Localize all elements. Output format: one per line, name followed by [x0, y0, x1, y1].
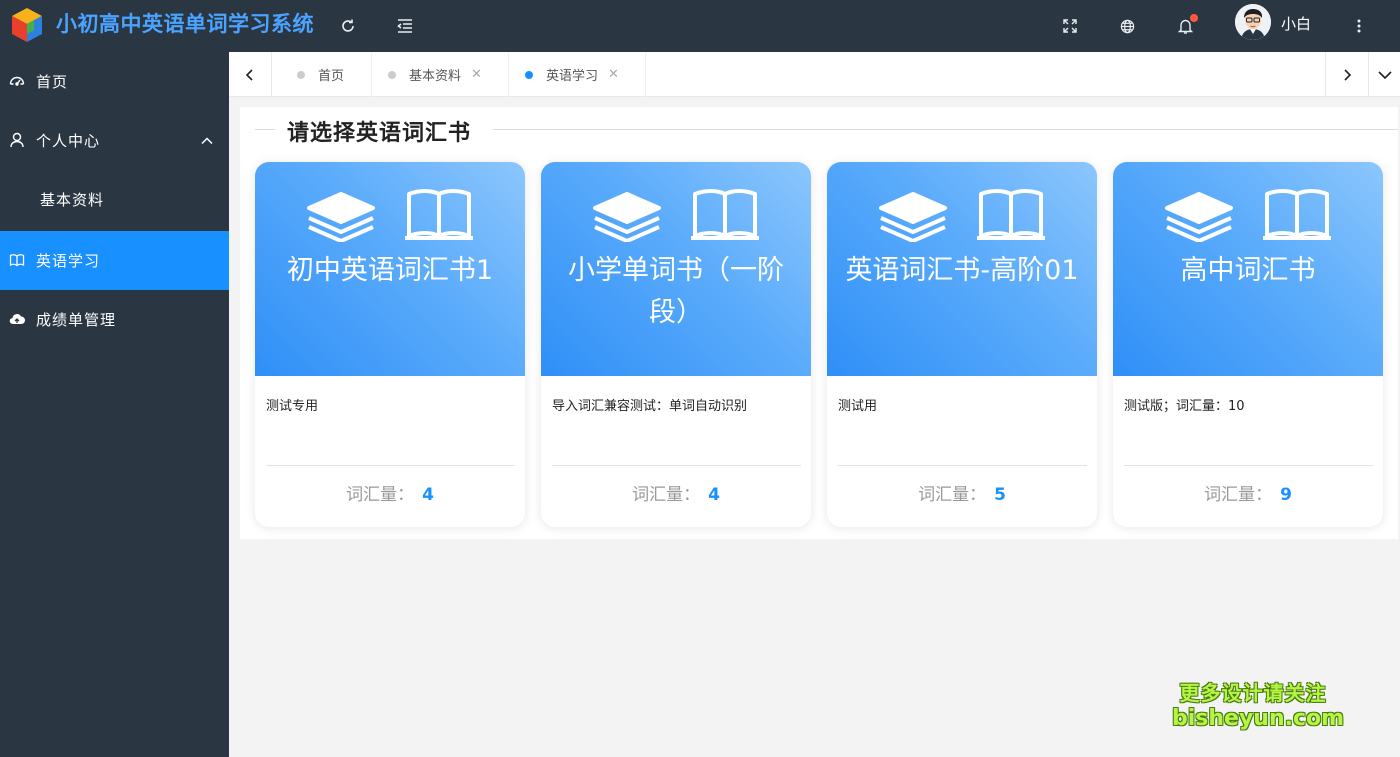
sidebar-item-label: 成绩单管理 — [36, 309, 116, 330]
book-card-icons — [255, 180, 525, 242]
book-title: 英语词汇书-高阶01 — [827, 250, 1097, 292]
tab-label: 英语学习 — [546, 65, 598, 84]
book-card[interactable]: 初中英语词汇书1 测试专用 词汇量： 4 — [255, 162, 525, 527]
username[interactable]: 小白 — [1281, 13, 1311, 34]
tabs-bar: 首页 基本资料 ✕ 英语学习 ✕ — [229, 52, 1400, 97]
watermark: 更多设计请关注 bisheyun.com — [1172, 680, 1334, 732]
top-header: 小初高中英语单词学习系统 小白 — [0, 0, 1400, 52]
user-icon — [9, 132, 25, 148]
count-label: 词汇量： — [1204, 485, 1272, 505]
open-book-icon — [405, 191, 473, 238]
tab-status-dot — [525, 71, 533, 79]
book-card-icons — [541, 180, 811, 242]
tab-label: 基本资料 — [409, 65, 461, 84]
book-card-banner: 英语词汇书-高阶01 — [827, 162, 1097, 376]
chevron-up-icon — [199, 133, 215, 149]
chevron-right-icon — [1341, 68, 1353, 82]
layers-icon — [595, 194, 659, 241]
count-value: 5 — [994, 485, 1006, 505]
dashboard-icon — [9, 73, 25, 89]
fullscreen-icon[interactable] — [1055, 11, 1085, 41]
book-title: 高中词汇书 — [1113, 250, 1383, 292]
notification-bell-icon[interactable] — [1170, 11, 1200, 41]
chevron-down-icon — [1378, 70, 1392, 80]
sidebar-item-label: 英语学习 — [36, 250, 100, 271]
page-title: 请选择英语词汇书 — [287, 115, 471, 147]
sidebar-item-home[interactable]: 首页 — [0, 52, 229, 111]
notification-dot — [1190, 14, 1198, 22]
sidebar-item-english-study[interactable]: 英语学习 — [0, 231, 229, 290]
book-card-icons — [1113, 180, 1383, 242]
app-title: 小初高中英语单词学习系统 — [56, 8, 314, 38]
tab-home[interactable]: 首页 — [273, 52, 372, 97]
count-value: 4 — [708, 485, 720, 505]
count-value: 9 — [1280, 485, 1292, 505]
watermark-line2: bisheyun.com — [1172, 706, 1334, 732]
menu-fold-icon[interactable] — [390, 11, 420, 41]
book-card-icons — [827, 180, 1097, 242]
sidebar-item-basic-info[interactable]: 基本资料 — [0, 170, 229, 229]
tab-scroll-right-button[interactable] — [1325, 52, 1368, 97]
tab-english-study[interactable]: 英语学习 ✕ — [509, 52, 646, 97]
open-book-icon — [1263, 191, 1331, 238]
book-card[interactable]: 高中词汇书 测试版；词汇量：10 词汇量： 9 — [1113, 162, 1383, 527]
divider — [552, 465, 801, 466]
count-value: 4 — [422, 485, 434, 505]
count-label: 词汇量： — [632, 485, 700, 505]
refresh-icon[interactable] — [333, 11, 363, 41]
tab-label: 首页 — [318, 65, 344, 84]
language-icon[interactable] — [1112, 11, 1142, 41]
tab-status-dot — [297, 71, 305, 79]
book-description: 测试专用 — [266, 395, 318, 414]
open-book-icon — [977, 191, 1045, 238]
count-label: 词汇量： — [346, 485, 414, 505]
layers-icon — [881, 194, 945, 241]
divider — [1124, 465, 1373, 466]
open-book-icon — [691, 191, 759, 238]
tab-basic-info[interactable]: 基本资料 ✕ — [372, 52, 509, 97]
tab-dropdown-button[interactable] — [1368, 52, 1400, 97]
main-panel: 请选择英语词汇书 初中英语词汇书1 测试专用 词汇量： 4 — [240, 107, 1398, 539]
tab-scroll-left-button[interactable] — [229, 52, 272, 97]
book-description: 导入词汇兼容测试：单词自动识别 — [552, 395, 747, 414]
sidebar-item-label: 个人中心 — [36, 130, 100, 151]
avatar[interactable] — [1235, 4, 1271, 40]
book-card-banner: 高中词汇书 — [1113, 162, 1383, 376]
book-description: 测试用 — [838, 395, 877, 414]
sidebar-item-label: 基本资料 — [40, 189, 104, 210]
layers-icon — [1167, 194, 1231, 241]
divider — [255, 129, 275, 130]
watermark-line1: 更多设计请关注 — [1172, 680, 1334, 706]
app-logo — [8, 6, 46, 44]
sidebar-item-label: 首页 — [36, 71, 68, 92]
divider — [266, 465, 515, 466]
book-count: 词汇量： 9 — [1113, 480, 1383, 505]
sidebar-item-score-management[interactable]: 成绩单管理 — [0, 290, 229, 349]
tab-status-dot — [388, 71, 396, 79]
book-count: 词汇量： 5 — [827, 480, 1097, 505]
book-title: 初中英语词汇书1 — [255, 250, 525, 292]
book-card-banner: 小学单词书（一阶段） — [541, 162, 811, 376]
sidebar: 首页 个人中心 基本资料 英语学习 成绩单管理 — [0, 52, 229, 757]
sidebar-item-personal-center[interactable]: 个人中心 — [0, 111, 229, 170]
cloud-icon — [9, 311, 25, 327]
book-card-banner: 初中英语词汇书1 — [255, 162, 525, 376]
close-icon[interactable]: ✕ — [471, 67, 482, 82]
book-description: 测试版；词汇量：10 — [1124, 395, 1245, 414]
layers-icon — [309, 194, 373, 241]
chevron-left-icon — [244, 68, 256, 82]
book-count: 词汇量： 4 — [255, 480, 525, 505]
book-title: 小学单词书（一阶段） — [541, 250, 811, 334]
close-icon[interactable]: ✕ — [608, 67, 619, 82]
count-label: 词汇量： — [918, 485, 986, 505]
book-card[interactable]: 英语词汇书-高阶01 测试用 词汇量： 5 — [827, 162, 1097, 527]
more-vertical-icon[interactable] — [1344, 11, 1374, 41]
divider — [493, 129, 1398, 130]
divider — [838, 465, 1087, 466]
book-count: 词汇量： 4 — [541, 480, 811, 505]
book-icon — [9, 252, 25, 268]
book-card[interactable]: 小学单词书（一阶段） 导入词汇兼容测试：单词自动识别 词汇量： 4 — [541, 162, 811, 527]
